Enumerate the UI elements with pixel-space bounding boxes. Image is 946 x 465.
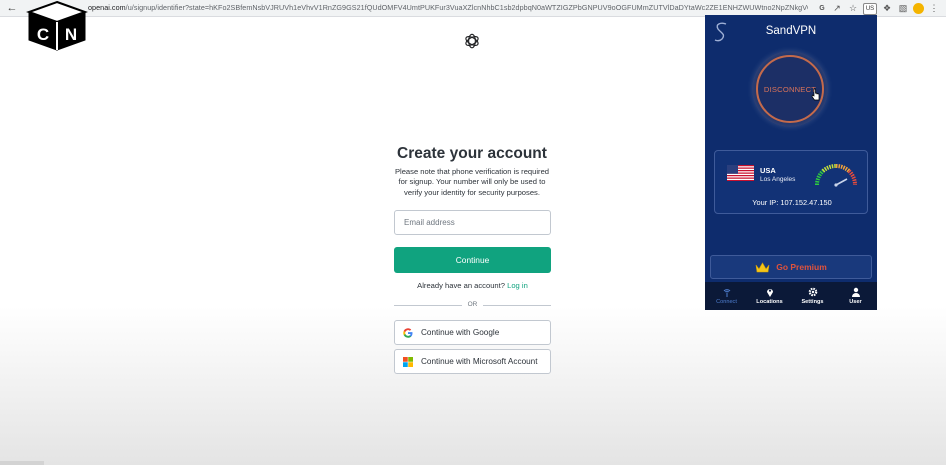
go-premium-button[interactable]: Go Premium (710, 255, 872, 279)
ip-address-label: Your IP: 107.152.47.150 (752, 198, 832, 207)
nav-connect-label: Connect (716, 299, 737, 305)
vpn-app-title: SandVPN (765, 25, 817, 37)
page-title: Create your account (397, 145, 547, 162)
vpn-extension-badge[interactable]: US (863, 2, 877, 15)
puzzle-icon[interactable]: ❖ (881, 3, 893, 15)
logo-letter-n: N (65, 25, 77, 44)
google-lens-icon[interactable]: G (817, 4, 827, 14)
star-icon[interactable]: ☆ (847, 3, 859, 15)
city-label: Los Angeles (760, 176, 796, 183)
map-pin-icon (766, 289, 773, 297)
continue-with-microsoft-button[interactable]: Continue with Microsoft Account (394, 349, 551, 374)
us-flag-icon (727, 165, 754, 181)
login-link[interactable]: Log in (507, 281, 528, 290)
nav-settings-label: Settings (801, 299, 824, 305)
or-divider: OR (394, 300, 551, 310)
nav-user-label: User (849, 299, 862, 305)
nav-locations-label: Locations (756, 299, 783, 305)
microsoft-button-label: Continue with Microsoft Account (421, 357, 538, 366)
sandvpn-panel: SandVPN DISCONNECT USA Los Angeles Your … (705, 15, 877, 310)
sidebar-icon[interactable]: ▧ (897, 3, 909, 15)
url-path: /u/signup/identifier?state=hKFo2SBfemNsb… (125, 3, 808, 12)
channel-logo: C N (26, 0, 88, 51)
crown-icon (755, 261, 770, 272)
login-prompt-text: Already have an account? (417, 281, 505, 290)
google-button-label: Continue with Google (421, 328, 500, 337)
url-field[interactable]: openai.com/u/signup/identifier?state=hKF… (88, 3, 808, 12)
country-label: USA (760, 166, 776, 175)
logo-letter-c: C (37, 25, 49, 44)
profile-avatar[interactable] (913, 3, 924, 14)
google-icon (403, 327, 413, 338)
user-icon (851, 287, 860, 297)
login-prompt: Already have an account? Log in (380, 281, 565, 290)
mouse-cursor-icon (811, 88, 820, 101)
back-arrow-icon[interactable]: ← (5, 1, 19, 15)
video-progress-strip (0, 461, 44, 465)
location-card[interactable]: USA Los Angeles Your IP: 107.152.47.150 (714, 150, 868, 214)
continue-button[interactable]: Continue (394, 247, 551, 273)
nav-locations[interactable]: Locations (748, 282, 791, 310)
email-field[interactable] (394, 210, 551, 235)
divider-line-right (483, 305, 551, 306)
phone-verification-notice: Please note that phone verification is r… (394, 167, 550, 197)
vpn-bottom-nav: Connect Locations Settings User (705, 282, 877, 310)
menu-icon[interactable]: ⋮ (928, 3, 940, 15)
nav-user[interactable]: User (834, 282, 877, 310)
openai-logo-icon (465, 33, 479, 49)
url-host: openai.com (88, 3, 126, 12)
speed-gauge-icon (814, 163, 858, 187)
browser-toolbar: G ↗ ☆ US ❖ ▧ ⋮ (817, 1, 946, 16)
nav-settings[interactable]: Settings (791, 282, 834, 310)
go-premium-label: Go Premium (776, 262, 827, 272)
nav-connect[interactable]: Connect (705, 282, 748, 310)
microsoft-icon (403, 356, 413, 367)
gear-icon (808, 287, 817, 297)
antenna-icon (723, 289, 730, 297)
share-icon[interactable]: ↗ (831, 3, 843, 15)
continue-with-google-button[interactable]: Continue with Google (394, 320, 551, 345)
